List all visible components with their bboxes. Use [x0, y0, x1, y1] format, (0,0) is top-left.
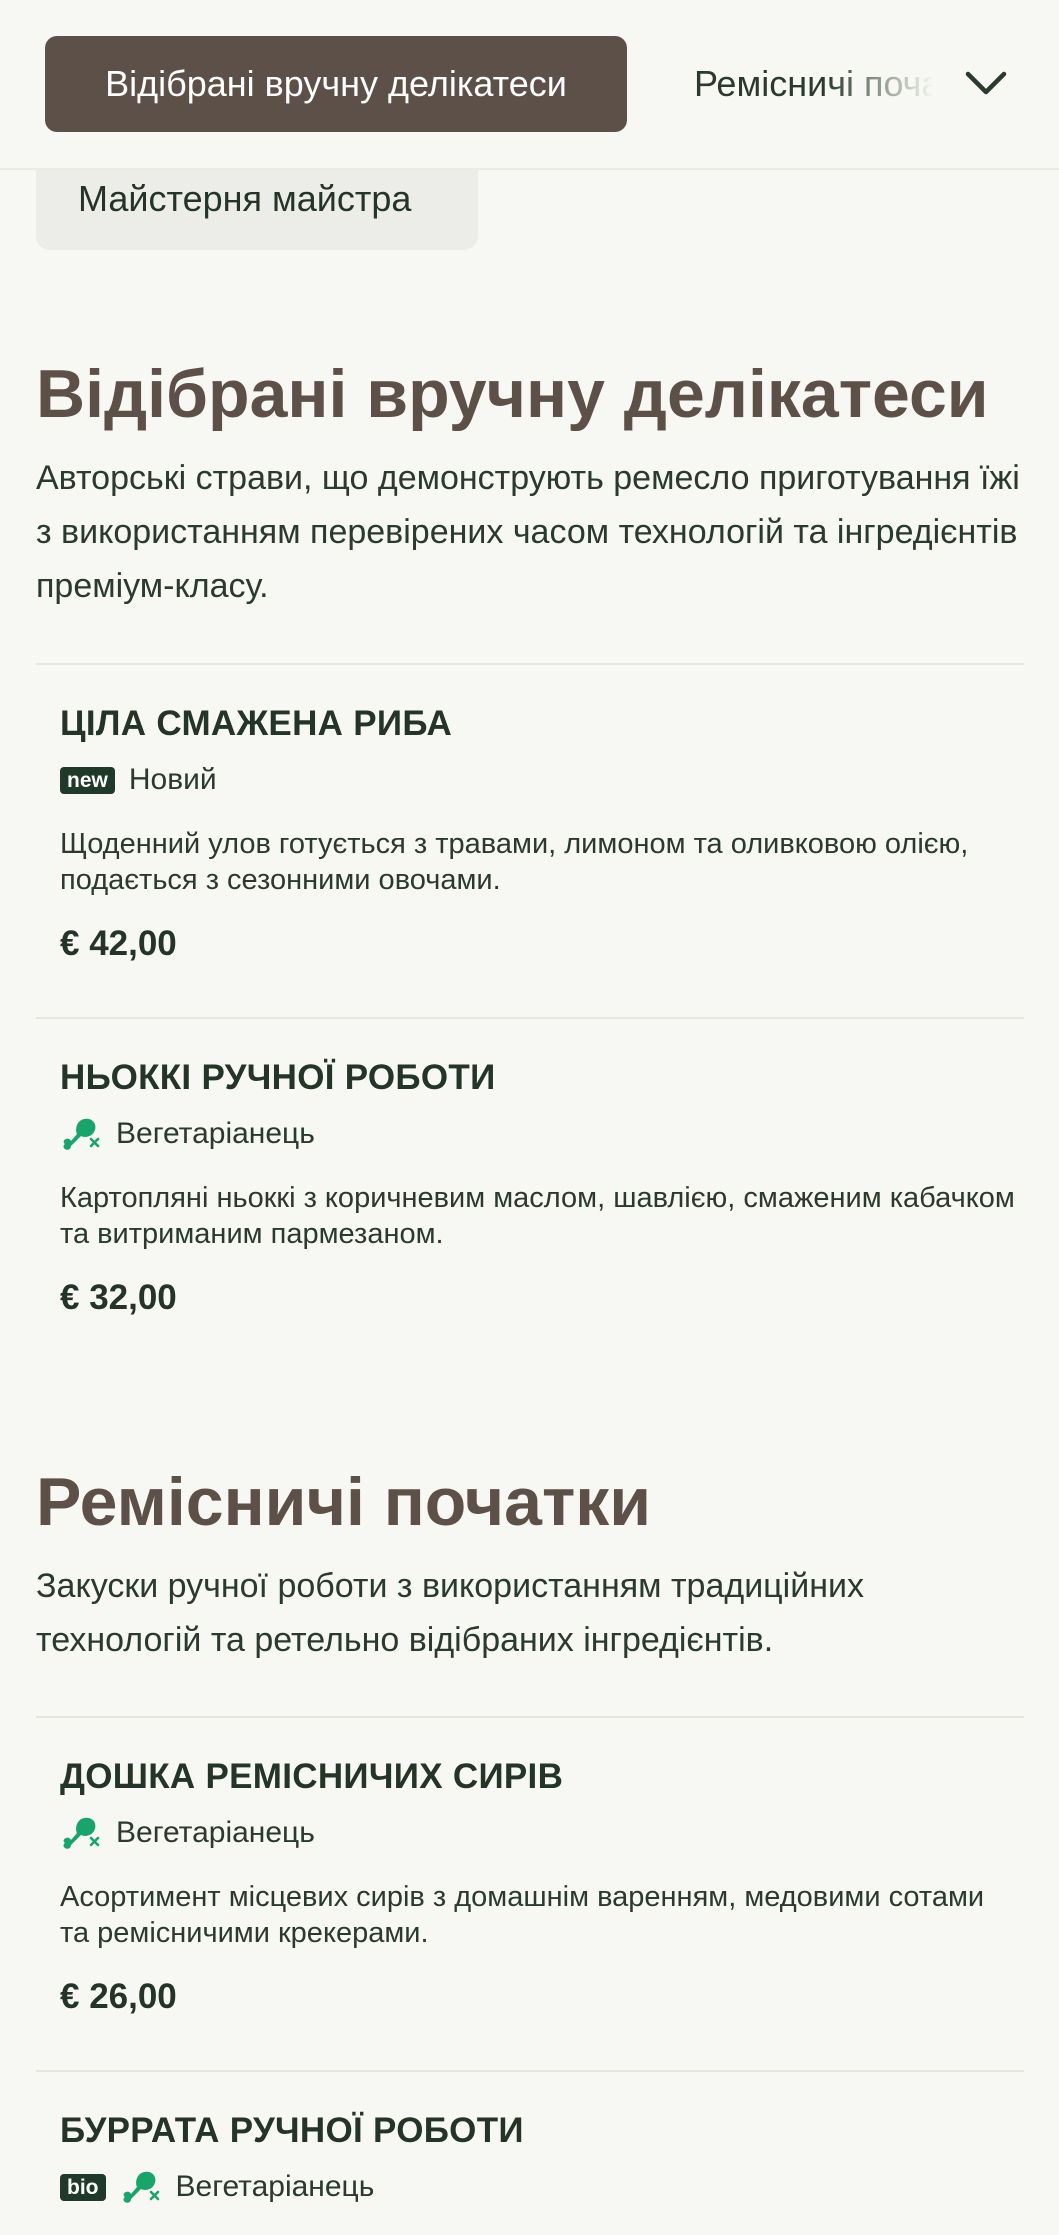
section-description: Авторські страви, що демонструють ремесл… [36, 459, 1020, 605]
new-badge: new [60, 766, 115, 794]
menu-item-name: ЦІЛА СМАЖЕНА РИБА [60, 704, 453, 743]
menu-item-description: Картопляні ньоккі з коричневим маслом, ш… [60, 1182, 1015, 1250]
tag-label: Вегетаріанець [116, 1117, 315, 1150]
tab-handpicked-delicacies[interactable]: Відібрані вручну делікатеси [45, 36, 627, 132]
vegetarian-leg-icon [63, 1118, 100, 1150]
menu-item-name: НЬОККІ РУЧНОЇ РОБОТИ [60, 1058, 496, 1097]
divider [36, 663, 1024, 665]
tab-artisan-starters-label: Ремісничі початки [694, 63, 934, 104]
menu-item-description: Асортимент місцевих сирів з домашнім вар… [60, 1881, 985, 1949]
menu-item-price: € 42,00 [60, 924, 177, 963]
divider [36, 1017, 1024, 1019]
menu-item[interactable]: НЬОККІ РУЧНОЇ РОБОТИ Вегетаріанець Карто… [60, 1056, 1020, 1318]
section-title: Ремісничі початки [36, 1464, 652, 1540]
divider [36, 2070, 1024, 2072]
menu-item-tags: Вегетаріанець [60, 1813, 1020, 1853]
menu-item[interactable]: ДОШКА РЕМІСНИЧИХ СИРІВ Вегетаріанець Асо… [60, 1755, 1020, 2017]
bio-badge: bio [60, 2173, 106, 2201]
menu-item-tags: Вегетаріанець [60, 1114, 1020, 1154]
vegetarian-leg-icon [123, 2171, 159, 2203]
menu-item[interactable]: БУРРАТА РУЧНОЇ РОБОТИ bio Вегетаріанець [60, 2109, 1020, 2207]
section-description: Закуски ручної роботи з використанням тр… [36, 1567, 864, 1659]
menu-item-tags: new Новий [60, 760, 1020, 800]
menu-item-name: ДОШКА РЕМІСНИЧИХ СИРІВ [60, 1757, 564, 1796]
section-title: Відібрані вручну делікатеси [36, 356, 989, 432]
menu-item[interactable]: ЦІЛА СМАЖЕНА РИБА new Новий Щоденний уло… [60, 702, 1020, 964]
divider [36, 1716, 1024, 1718]
menu-item-tags: bio Вегетаріанець [60, 2167, 1020, 2207]
vegetarian-leg-icon [63, 1817, 100, 1849]
menu-item-price: € 32,00 [60, 1278, 177, 1317]
menu-item-price: € 26,00 [60, 1977, 177, 2016]
tag-label: Новий [128, 763, 217, 796]
tag-label: Вегетаріанець [175, 2170, 375, 2203]
menu-item-name: БУРРАТА РУЧНОЇ РОБОТИ [60, 2111, 524, 2150]
category-nav: Відібрані вручну делікатеси Ремісничі по… [0, 0, 1059, 170]
tab-artisan-starters[interactable]: Ремісничі початки [694, 36, 934, 132]
tag-label: Вегетаріанець [116, 1816, 315, 1849]
menu-item-description: Щоденний улов готується з травами, лимон… [60, 828, 969, 896]
chevron-down-icon[interactable] [958, 56, 1014, 112]
